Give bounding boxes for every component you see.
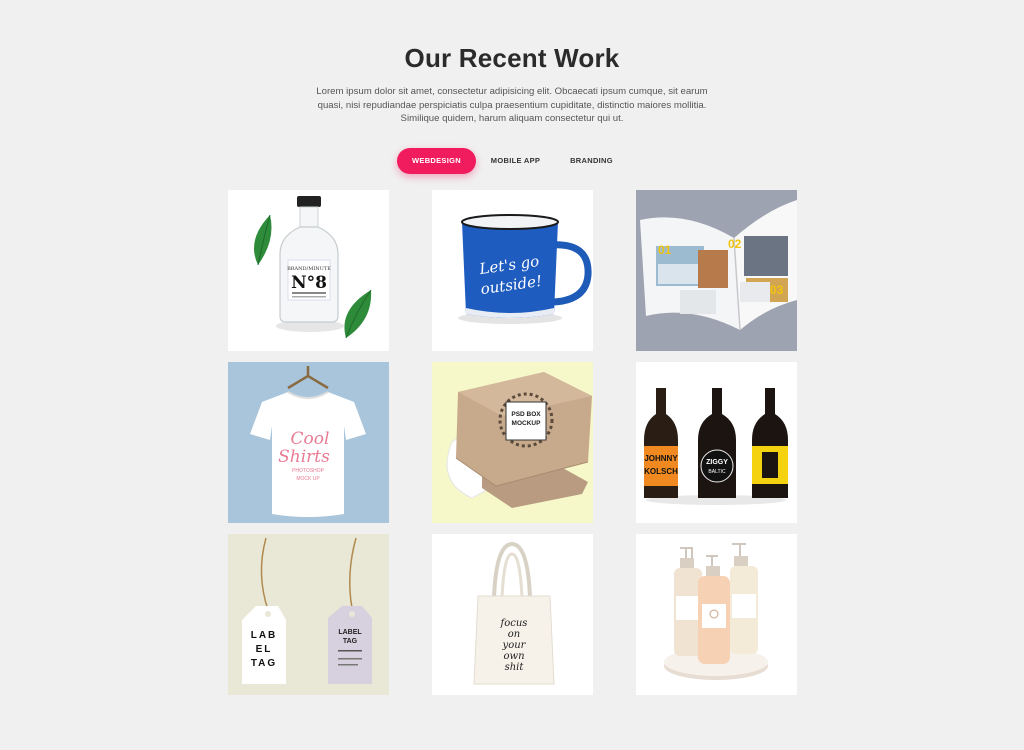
- enamel-mug-image: Let's go outside!: [432, 190, 593, 351]
- portfolio-item-enamel-mug[interactable]: Let's go outside!: [432, 190, 593, 351]
- tote-text-your: your: [502, 640, 527, 651]
- cosmetic-bottles-image: [636, 534, 797, 695]
- section-title: Our Recent Work: [404, 43, 620, 73]
- portfolio-item-beer-bottles[interactable]: JOHNNY KOLSCH ZIGGY BALTIC: [636, 362, 797, 523]
- bottle-number-text: N°8: [291, 273, 327, 293]
- tote-text-own: own: [503, 651, 524, 662]
- shirt-text-mockup: MOCK UP: [296, 476, 320, 482]
- tote-bag-image: focus on your own shit: [432, 534, 593, 695]
- tag-text-el: EL: [256, 644, 273, 655]
- tote-text-on: on: [508, 629, 520, 640]
- label-tags-image: LAB EL TAG LABEL TAG: [228, 534, 389, 695]
- beer-text-johnny: JOHNNY: [644, 454, 678, 463]
- glass-bottle-image: BRAND/MINUTE N°8: [228, 190, 389, 351]
- beer-bottles-image: JOHNNY KOLSCH ZIGGY BALTIC: [636, 362, 797, 523]
- tag-text-label: LABEL: [338, 629, 362, 636]
- tag-text-tag2: TAG: [343, 638, 358, 645]
- magazine-number-02: 02: [728, 237, 742, 251]
- portfolio-item-label-tags[interactable]: LAB EL TAG LABEL TAG: [228, 534, 389, 695]
- filter-webdesign-button[interactable]: WEBDESIGN: [397, 148, 476, 174]
- filter-mobile-app-button[interactable]: MOBILE APP: [484, 148, 547, 174]
- box-text-psd-box: PSD BOX: [511, 411, 541, 418]
- magazine-number-01: 01: [658, 243, 672, 257]
- bottle-brand-text: BRAND/MINUTE: [287, 266, 331, 272]
- beer-text-baltic: BALTIC: [708, 469, 726, 475]
- portfolio-item-t-shirt[interactable]: Cool Shirts PHOTOSHOP MOCK UP: [228, 362, 389, 523]
- magazine-image: 01 02 03: [636, 190, 797, 351]
- shirt-text-cool: Cool: [291, 429, 330, 449]
- section-description: Lorem ipsum dolor sit amet, consectetur …: [316, 86, 708, 124]
- portfolio-item-glass-bottle[interactable]: BRAND/MINUTE N°8: [228, 190, 389, 351]
- portfolio-filter-bar: WEBDESIGN MOBILE APP BRANDING: [0, 148, 1024, 174]
- t-shirt-image: Cool Shirts PHOTOSHOP MOCK UP: [228, 362, 389, 523]
- beer-text-ziggy: ZIGGY: [706, 459, 728, 466]
- tag-text-tag: TAG: [251, 658, 277, 669]
- box-image: PSD BOX MOCKUP: [432, 362, 593, 523]
- tote-text-focus: focus: [500, 618, 528, 629]
- tote-text-shit: shit: [505, 662, 525, 673]
- tag-text-lab: LAB: [251, 630, 278, 641]
- shirt-text-shirts: Shirts: [278, 447, 330, 467]
- portfolio-item-tote-bag[interactable]: focus on your own shit: [432, 534, 593, 695]
- shirt-text-photoshop: PHOTOSHOP: [292, 468, 325, 474]
- portfolio-item-magazine-spread[interactable]: 01 02 03: [636, 190, 797, 351]
- filter-branding-button[interactable]: BRANDING: [560, 148, 623, 174]
- magazine-number-03: 03: [770, 283, 784, 297]
- portfolio-item-cosmetic-bottles[interactable]: [636, 534, 797, 695]
- beer-text-kolsch: KOLSCH: [644, 467, 678, 476]
- box-text-mockup: MOCKUP: [512, 420, 542, 427]
- portfolio-item-box[interactable]: PSD BOX MOCKUP: [432, 362, 593, 523]
